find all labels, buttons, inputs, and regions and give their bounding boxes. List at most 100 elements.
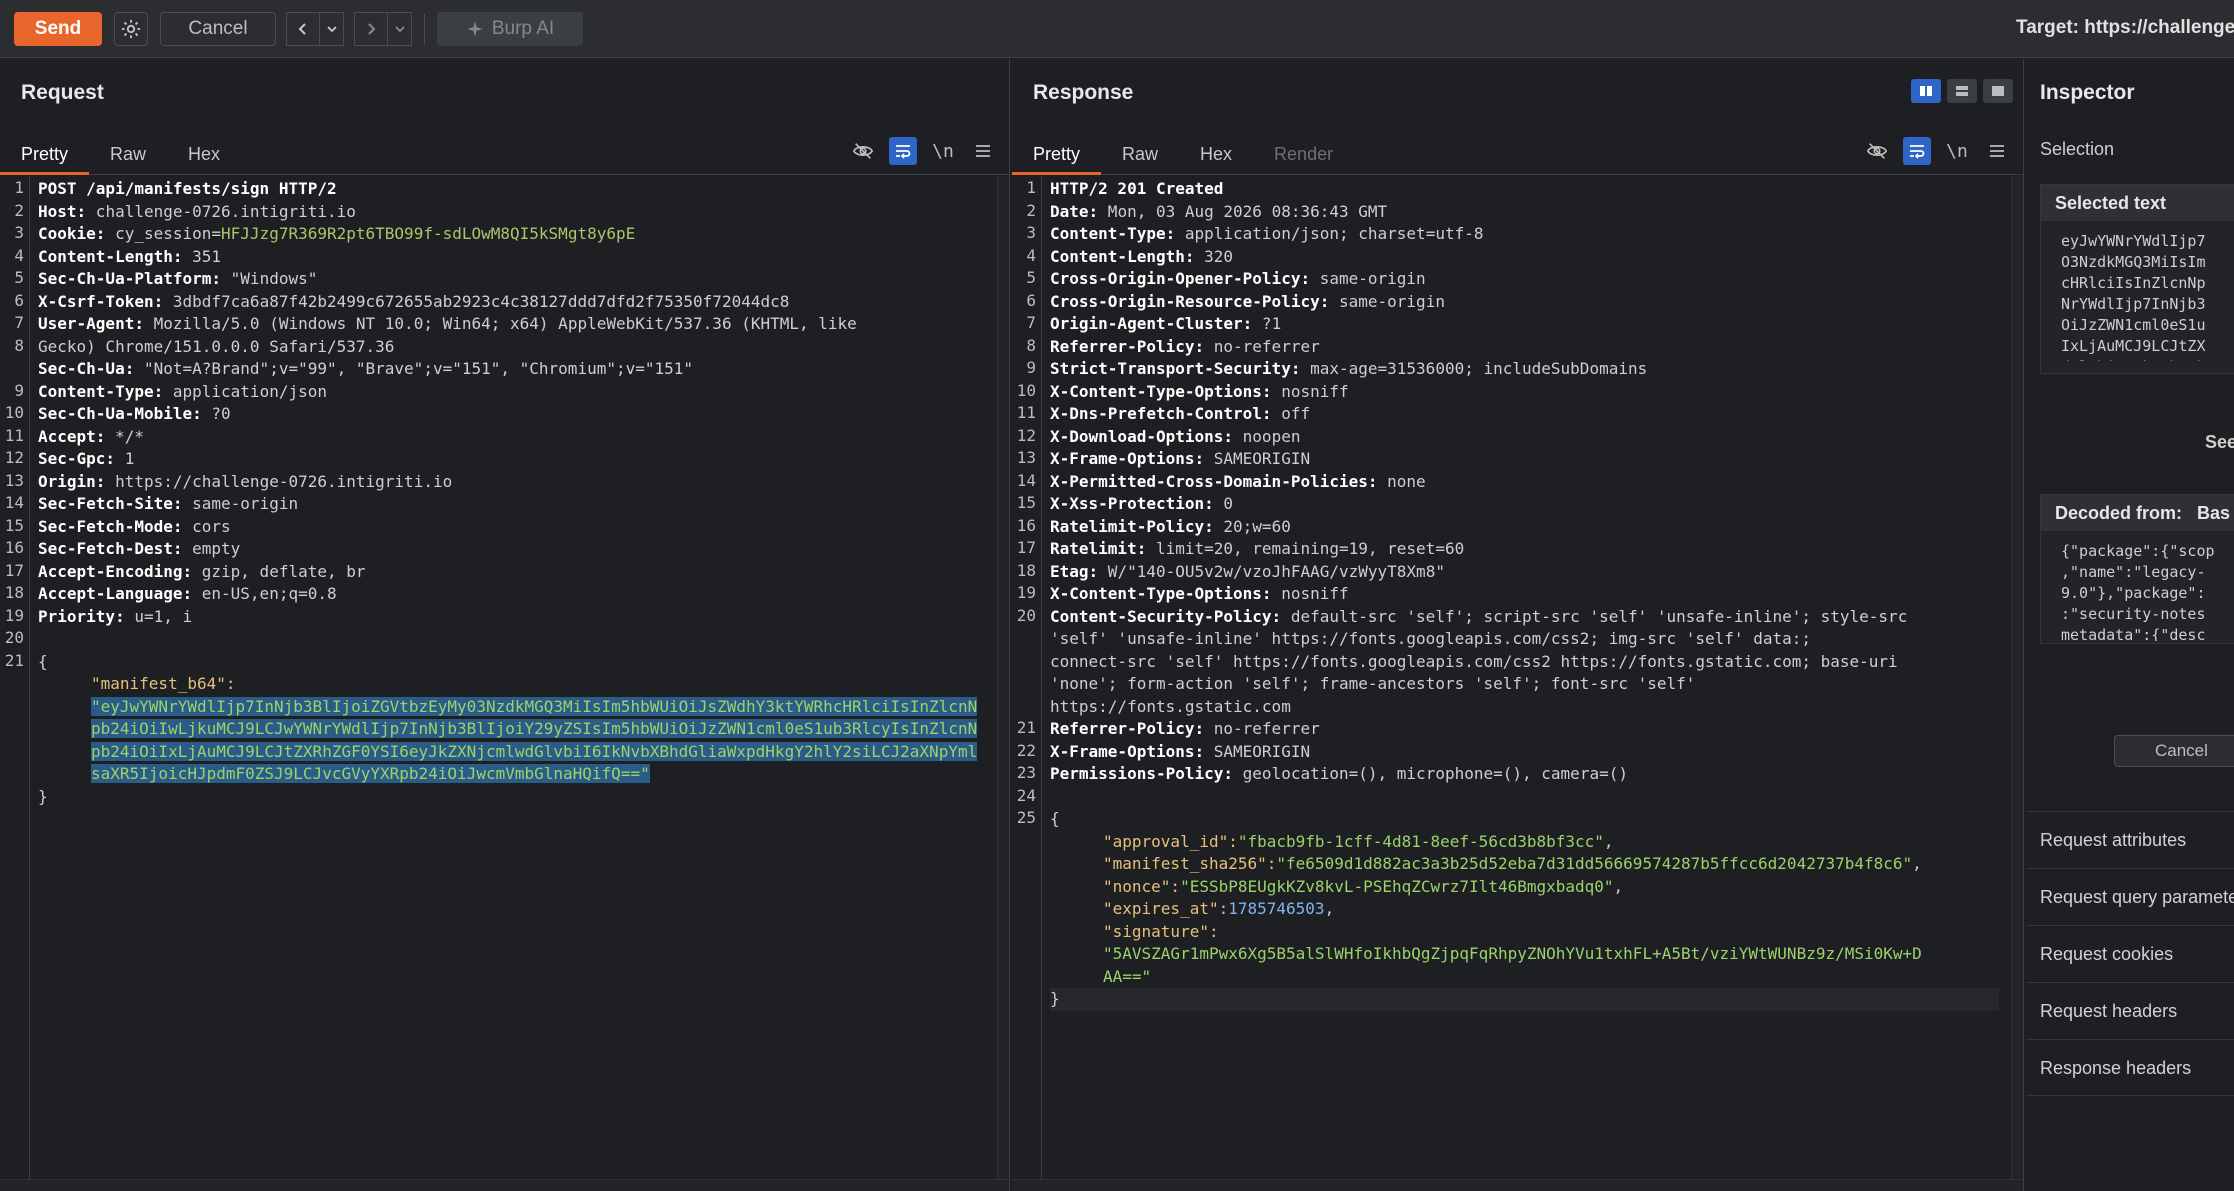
line-number: 17 [4, 560, 24, 580]
back-button[interactable] [286, 11, 320, 46]
header-name: Accept-Encoding: [38, 561, 193, 581]
header-line: Gecko) Chrome/151.0.0.0 Safari/537.36 [38, 336, 985, 359]
tab-hex[interactable]: Hex [1179, 129, 1253, 175]
header-line: Content-Type: application/json [38, 381, 985, 404]
json-key-manifest-b64: "manifest_b64": [91, 674, 236, 693]
burp-ai-label: Burp AI [491, 17, 555, 39]
tab-raw[interactable]: Raw [89, 129, 167, 175]
cancel-button[interactable]: Cancel [160, 11, 276, 46]
editor-menu-button[interactable] [1983, 137, 2011, 165]
word-wrap-button[interactable] [1903, 137, 1931, 165]
header-name: X-Frame-Options: [1050, 449, 1205, 468]
line-number: 10 [1016, 380, 1036, 400]
header-value: geolocation=(), microphone=(), camera=() [1233, 764, 1628, 783]
request-editor[interactable]: 1 2 3 4 5 6 7 8 9 10 11 12 13 14 15 16 17 18 19 20 21 POST /… [0, 176, 1009, 1191]
header-line: X-Frame-Options: SAMEORIGIN [1050, 741, 1999, 764]
header-line: Accept: */* [38, 426, 985, 449]
json-key-approval-id: "approval_id": [1103, 831, 1238, 851]
back-history-dropdown[interactable] [320, 11, 344, 46]
hide-nonprintable-button[interactable] [849, 137, 877, 165]
settings-button[interactable] [114, 11, 148, 46]
header-line: X-Content-Type-Options: nosniff [1050, 583, 1999, 606]
decoded-from-select[interactable]: Bas [2197, 503, 2230, 523]
line-number: 15 [4, 515, 24, 535]
inspector-section-response-headers[interactable]: Response headers [2026, 1039, 2234, 1096]
json-value-manifest-b64[interactable]: "eyJwYWNrYWdlIjp7InNjb3BlIjoiZGVtbzEyMy0… [91, 696, 978, 783]
header-name: Cookie: [38, 224, 106, 243]
layout-tabs-button[interactable] [1983, 79, 2013, 103]
see-more-link[interactable]: See [2205, 432, 2234, 453]
line-number: 4 [14, 245, 24, 265]
burp-ai-button[interactable]: Burp AI [437, 11, 583, 46]
inspector-section-request-cookies[interactable]: Request cookies [2026, 925, 2234, 982]
decoded-from-header[interactable]: Decoded from: Bas [2041, 495, 2234, 531]
line-number: 2 [14, 200, 24, 220]
show-newlines-button[interactable]: \n [929, 137, 957, 165]
inspector-cancel-button[interactable]: Cancel [2114, 735, 2234, 767]
response-horizontal-scrollbar[interactable] [1012, 1179, 2023, 1191]
forward-history-dropdown[interactable] [388, 11, 412, 46]
inspector-section-request-headers[interactable]: Request headers [2026, 982, 2234, 1039]
response-vertical-scrollbar[interactable] [2011, 176, 2023, 1191]
header-line: Priority: u=1, i [38, 606, 985, 629]
tab-render[interactable]: Render [1253, 129, 1354, 175]
line-number: 9 [1026, 358, 1036, 377]
show-newlines-button[interactable]: \n [1943, 137, 1971, 165]
tab-pretty[interactable]: Pretty [1012, 129, 1102, 175]
inspector-section-request-query-parameters[interactable]: Request query paramete [2026, 868, 2234, 925]
json-value-signature: "5AVSZAGr1mPwx6Xg5B5alSlWHfoIkhbQgZjpqFq… [1103, 944, 1922, 963]
editor-menu-button[interactable] [969, 137, 997, 165]
target-label[interactable]: Target: https://challenge-0 [2016, 17, 2234, 39]
request-horizontal-scrollbar[interactable] [0, 1179, 1009, 1191]
header-name: Content-Type: [1050, 224, 1176, 243]
json-brace: { [1050, 809, 1060, 828]
history-back-group [286, 11, 344, 46]
response-editor[interactable]: 1 2 3 4 5 6 7 8 9 10 11 12 13 14 15 16 17 18 19 20 21 22 23 24 2… [1012, 176, 2023, 1191]
response-code[interactable]: HTTP/2 201 Created Date: Mon, 03 Aug 2026… [1050, 178, 1999, 1011]
inspector-section-request-attributes[interactable]: Request attributes [2026, 811, 2234, 868]
selected-text-preview[interactable]: eyJwYWNrYWdlIjp7 O3NzdkMGQ3MiIsIm cHRlci… [2041, 221, 2234, 361]
header-name: Origin: [38, 471, 106, 491]
tab-raw[interactable]: Raw [1101, 129, 1179, 175]
word-wrap-button[interactable] [889, 137, 917, 165]
layout-stacked-button[interactable] [1947, 79, 1977, 103]
line-number: 11 [1016, 403, 1036, 422]
header-value: 1 [115, 449, 135, 468]
decoded-preview[interactable]: {"package":{"scop ,"name":"legacy- 9.0"}… [2041, 531, 2234, 641]
line-number: 10 [4, 403, 24, 422]
header-line: Etag: W/"140-OU5v2w/vzoJhFAAG/vzWyyT8Xm8… [1050, 561, 1999, 584]
header-name: X-Frame-Options: [1050, 741, 1205, 761]
header-line: X-Dns-Prefetch-Control: off [1050, 403, 1999, 426]
selected-text-header[interactable]: Selected text [2041, 185, 2234, 221]
header-line: Referrer-Policy: no-referrer [1050, 718, 1999, 741]
columns-icon [1920, 86, 1932, 96]
json-key-expires-at: "expires_at": [1103, 899, 1229, 918]
send-button[interactable]: Send [14, 11, 102, 46]
header-line: https://fonts.gstatic.com [1050, 696, 1999, 719]
chevron-down-icon [326, 25, 337, 32]
tab-pretty[interactable]: Pretty [0, 129, 90, 175]
line-number: 12 [1016, 425, 1036, 445]
header-name: Strict-Transport-Security: [1050, 359, 1301, 378]
header-name: X-Content-Type-Options: [1050, 584, 1272, 603]
header-line: Sec-Ch-Ua-Mobile: ?0 [38, 403, 985, 426]
line-number: 21 [4, 650, 24, 670]
header-value: empty [182, 539, 241, 558]
header-line: connect-src 'self' https://fonts.googlea… [1050, 651, 1999, 674]
header-name: Permissions-Policy: [1050, 764, 1234, 783]
header-value: Mon, 03 Aug 2026 08:36:43 GMT [1098, 201, 1388, 221]
layout-side-by-side-button[interactable] [1911, 79, 1941, 103]
header-name: Cross-Origin-Opener-Policy: [1050, 269, 1311, 288]
inspector-title: Inspector [2040, 81, 2135, 104]
header-value: en-US,en;q=0.8 [192, 584, 337, 603]
header-line: X-Csrf-Token: 3dbdf7ca6a87f42b2499c67265… [38, 291, 985, 314]
header-line: Permissions-Policy: geolocation=(), micr… [1050, 763, 1999, 786]
tab-hex[interactable]: Hex [167, 129, 241, 175]
request-vertical-scrollbar[interactable] [997, 176, 1009, 1191]
header-value: 0 [1213, 494, 1234, 513]
request-code[interactable]: POST /api/manifests/sign HTTP/2 Host: cha… [38, 178, 985, 808]
header-value: */* [105, 426, 144, 446]
forward-button[interactable] [354, 11, 388, 46]
hide-nonprintable-button[interactable] [1863, 137, 1891, 165]
header-name: X-Download-Options: [1050, 426, 1234, 446]
